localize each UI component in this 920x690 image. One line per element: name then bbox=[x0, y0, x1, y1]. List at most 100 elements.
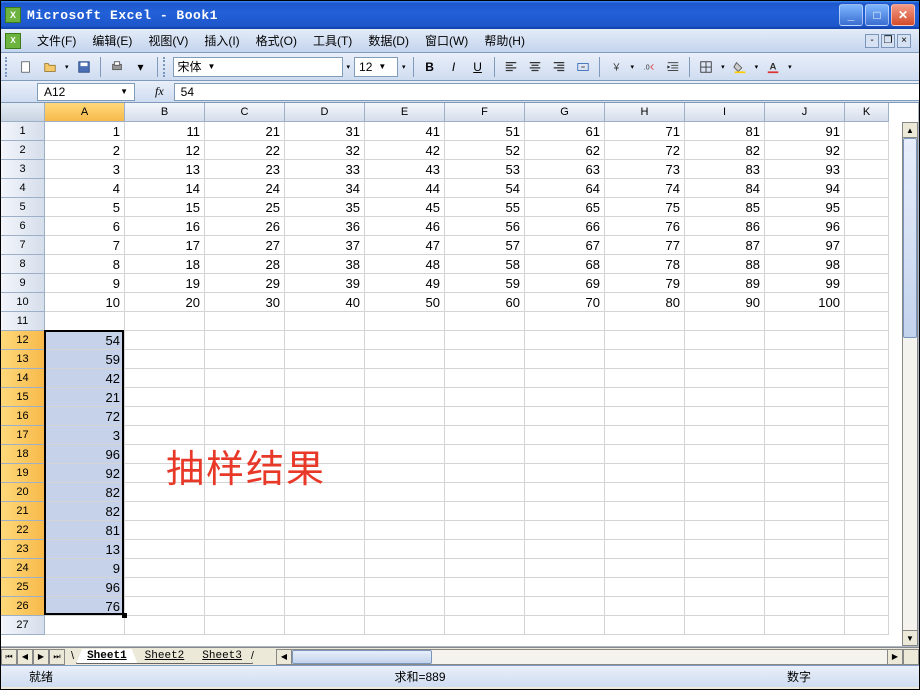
row-header[interactable]: 17 bbox=[1, 426, 45, 445]
bold-button[interactable]: B bbox=[419, 56, 441, 78]
cell[interactable]: 49 bbox=[365, 274, 445, 293]
cell[interactable] bbox=[845, 388, 889, 407]
cell[interactable] bbox=[605, 445, 685, 464]
cell[interactable] bbox=[285, 559, 365, 578]
row-header[interactable]: 14 bbox=[1, 369, 45, 388]
cell[interactable] bbox=[445, 445, 525, 464]
borders-dropdown[interactable]: ▾ bbox=[719, 63, 727, 71]
cell[interactable] bbox=[845, 160, 889, 179]
cell[interactable] bbox=[605, 578, 685, 597]
font-size-select[interactable]: 12▼ bbox=[354, 57, 398, 77]
cell[interactable]: 71 bbox=[605, 122, 685, 141]
cell[interactable]: 83 bbox=[685, 160, 765, 179]
cell[interactable] bbox=[285, 502, 365, 521]
cell[interactable]: 81 bbox=[685, 122, 765, 141]
font-color-button[interactable]: A bbox=[762, 56, 784, 78]
new-button[interactable] bbox=[15, 56, 37, 78]
cell[interactable] bbox=[845, 597, 889, 616]
cell[interactable] bbox=[605, 407, 685, 426]
cell[interactable] bbox=[285, 616, 365, 635]
row-header[interactable]: 2 bbox=[1, 141, 45, 160]
cell[interactable]: 28 bbox=[205, 255, 285, 274]
column-header[interactable]: A bbox=[45, 103, 125, 122]
cell[interactable]: 42 bbox=[45, 369, 125, 388]
cell[interactable]: 38 bbox=[285, 255, 365, 274]
cell[interactable]: 24 bbox=[205, 179, 285, 198]
align-left-button[interactable] bbox=[500, 56, 522, 78]
column-header[interactable]: F bbox=[445, 103, 525, 122]
cell[interactable]: 34 bbox=[285, 179, 365, 198]
cell[interactable]: 74 bbox=[605, 179, 685, 198]
cell[interactable] bbox=[845, 293, 889, 312]
cell[interactable] bbox=[845, 445, 889, 464]
sheet-tab-3[interactable]: Sheet3 bbox=[191, 649, 253, 664]
cell[interactable] bbox=[605, 597, 685, 616]
row-header[interactable]: 3 bbox=[1, 160, 45, 179]
cell[interactable] bbox=[605, 464, 685, 483]
cell[interactable] bbox=[845, 540, 889, 559]
menu-tools[interactable]: 工具(T) bbox=[305, 29, 360, 52]
cell[interactable] bbox=[765, 483, 845, 502]
merge-center-button[interactable] bbox=[572, 56, 594, 78]
column-header[interactable]: B bbox=[125, 103, 205, 122]
cell[interactable] bbox=[365, 312, 445, 331]
row-header[interactable]: 12 bbox=[1, 331, 45, 350]
cell[interactable] bbox=[205, 369, 285, 388]
cell[interactable] bbox=[125, 407, 205, 426]
cell[interactable] bbox=[125, 616, 205, 635]
cell[interactable]: 72 bbox=[45, 407, 125, 426]
fill-color-button[interactable] bbox=[729, 56, 751, 78]
cell[interactable]: 77 bbox=[605, 236, 685, 255]
cell[interactable] bbox=[365, 369, 445, 388]
toolbar-more[interactable]: ▾ bbox=[130, 56, 152, 78]
cell[interactable]: 3 bbox=[45, 426, 125, 445]
row-header[interactable]: 1 bbox=[1, 122, 45, 141]
cell[interactable] bbox=[525, 331, 605, 350]
open-dropdown[interactable]: ▾ bbox=[63, 63, 71, 71]
row-header[interactable]: 5 bbox=[1, 198, 45, 217]
column-header[interactable]: H bbox=[605, 103, 685, 122]
cell[interactable] bbox=[685, 312, 765, 331]
cell[interactable]: 86 bbox=[685, 217, 765, 236]
cell[interactable]: 4 bbox=[45, 179, 125, 198]
cell[interactable] bbox=[685, 540, 765, 559]
cell[interactable] bbox=[205, 312, 285, 331]
cell[interactable] bbox=[845, 616, 889, 635]
close-button[interactable]: ✕ bbox=[891, 4, 915, 26]
row-header[interactable]: 16 bbox=[1, 407, 45, 426]
cell[interactable]: 85 bbox=[685, 198, 765, 217]
cell[interactable] bbox=[205, 502, 285, 521]
cell[interactable] bbox=[525, 350, 605, 369]
row-header[interactable]: 11 bbox=[1, 312, 45, 331]
cell[interactable] bbox=[205, 331, 285, 350]
column-header[interactable]: J bbox=[765, 103, 845, 122]
cell[interactable] bbox=[125, 597, 205, 616]
menu-insert[interactable]: 插入(I) bbox=[196, 29, 247, 52]
cell[interactable] bbox=[285, 464, 365, 483]
cell[interactable]: 67 bbox=[525, 236, 605, 255]
cell[interactable] bbox=[845, 559, 889, 578]
scroll-right-button[interactable]: ▶ bbox=[887, 649, 903, 665]
cell[interactable]: 13 bbox=[45, 540, 125, 559]
cell[interactable] bbox=[605, 388, 685, 407]
cell[interactable] bbox=[285, 597, 365, 616]
cell[interactable] bbox=[685, 426, 765, 445]
cell[interactable]: 48 bbox=[365, 255, 445, 274]
cell[interactable] bbox=[765, 540, 845, 559]
cell[interactable] bbox=[605, 616, 685, 635]
row-header[interactable]: 9 bbox=[1, 274, 45, 293]
cell[interactable]: 68 bbox=[525, 255, 605, 274]
menu-edit[interactable]: 编辑(E) bbox=[84, 29, 140, 52]
cell[interactable] bbox=[765, 407, 845, 426]
cell[interactable]: 9 bbox=[45, 559, 125, 578]
cell[interactable] bbox=[365, 388, 445, 407]
cell[interactable] bbox=[685, 578, 765, 597]
row-header[interactable]: 7 bbox=[1, 236, 45, 255]
cell[interactable] bbox=[605, 502, 685, 521]
cell[interactable] bbox=[205, 578, 285, 597]
cell[interactable] bbox=[445, 350, 525, 369]
row-header[interactable]: 15 bbox=[1, 388, 45, 407]
cell[interactable] bbox=[605, 559, 685, 578]
cell[interactable]: 60 bbox=[445, 293, 525, 312]
row-header[interactable]: 20 bbox=[1, 483, 45, 502]
